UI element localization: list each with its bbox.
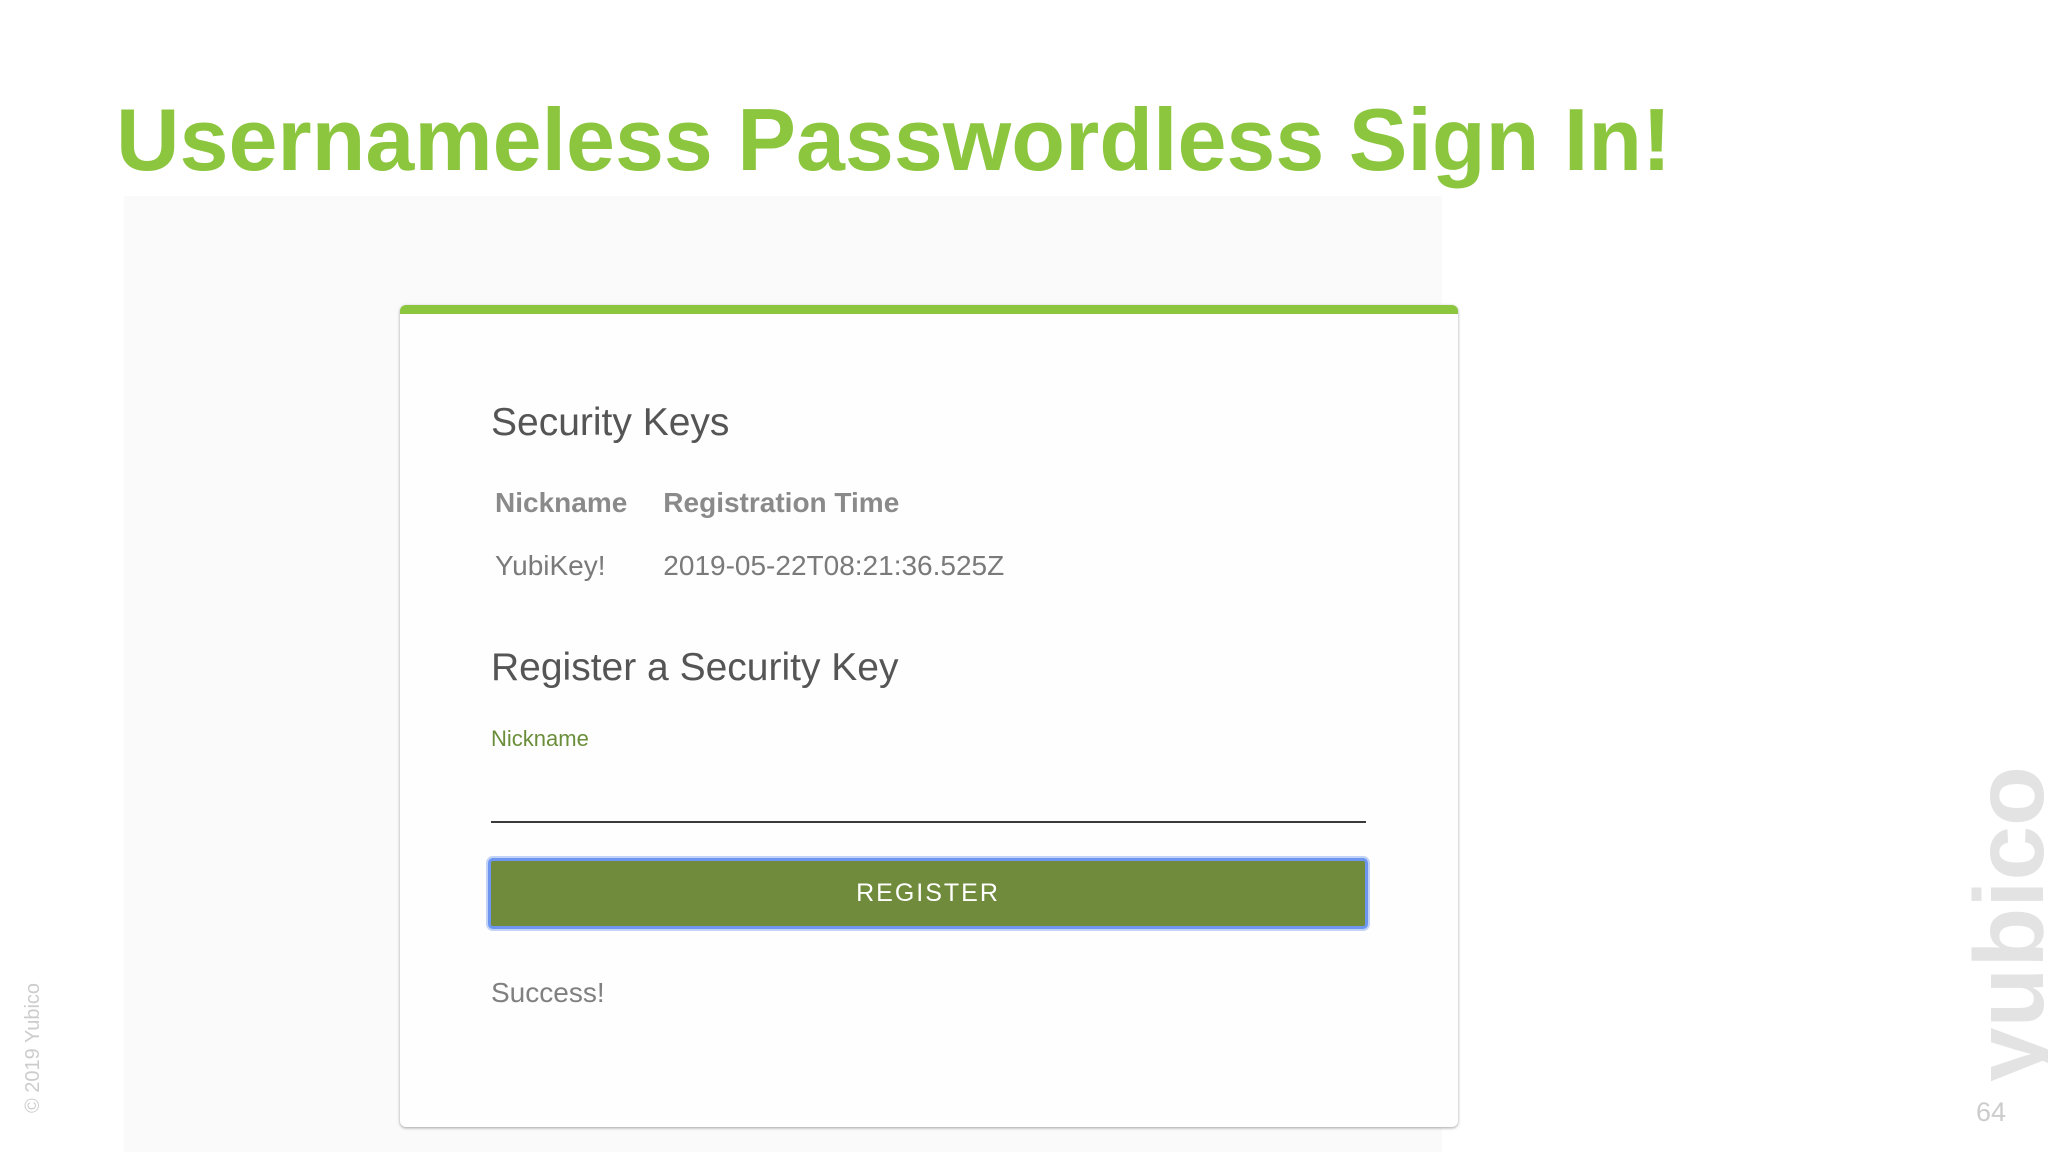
yubico-logo: yubico [1954, 766, 2048, 1082]
slide-title: Usernameless Passwordless Sign In! [116, 90, 1672, 189]
column-header-registration-time: Registration Time [663, 487, 900, 518]
copyright-notice: © 2019 Yubico [22, 982, 44, 1113]
table-row: YubiKey! 2019-05-22T08:21:36.525Z [491, 533, 1036, 599]
register-button[interactable]: REGISTER [488, 858, 1368, 929]
key-nickname-cell: YubiKey! [495, 550, 606, 581]
column-header-nickname: Nickname [495, 487, 628, 518]
page-number: 64 [1976, 1097, 2007, 1127]
nickname-input[interactable] [491, 763, 1366, 823]
table-header-row: Nickname Registration Time [491, 473, 1036, 533]
security-keys-heading: Security Keys [491, 401, 730, 444]
key-registration-time-cell: 2019-05-22T08:21:36.525Z [663, 550, 1005, 581]
slide: Usernameless Passwordless Sign In! Secur… [0, 0, 2048, 1152]
security-keys-card: Security Keys Nickname Registration Time… [400, 305, 1458, 1127]
status-message: Success! [491, 977, 605, 1008]
security-keys-table: Nickname Registration Time YubiKey! 2019… [491, 473, 1036, 599]
register-key-heading: Register a Security Key [491, 646, 899, 689]
card-accent-bar [400, 305, 1458, 314]
nickname-field-label: Nickname [491, 726, 589, 751]
